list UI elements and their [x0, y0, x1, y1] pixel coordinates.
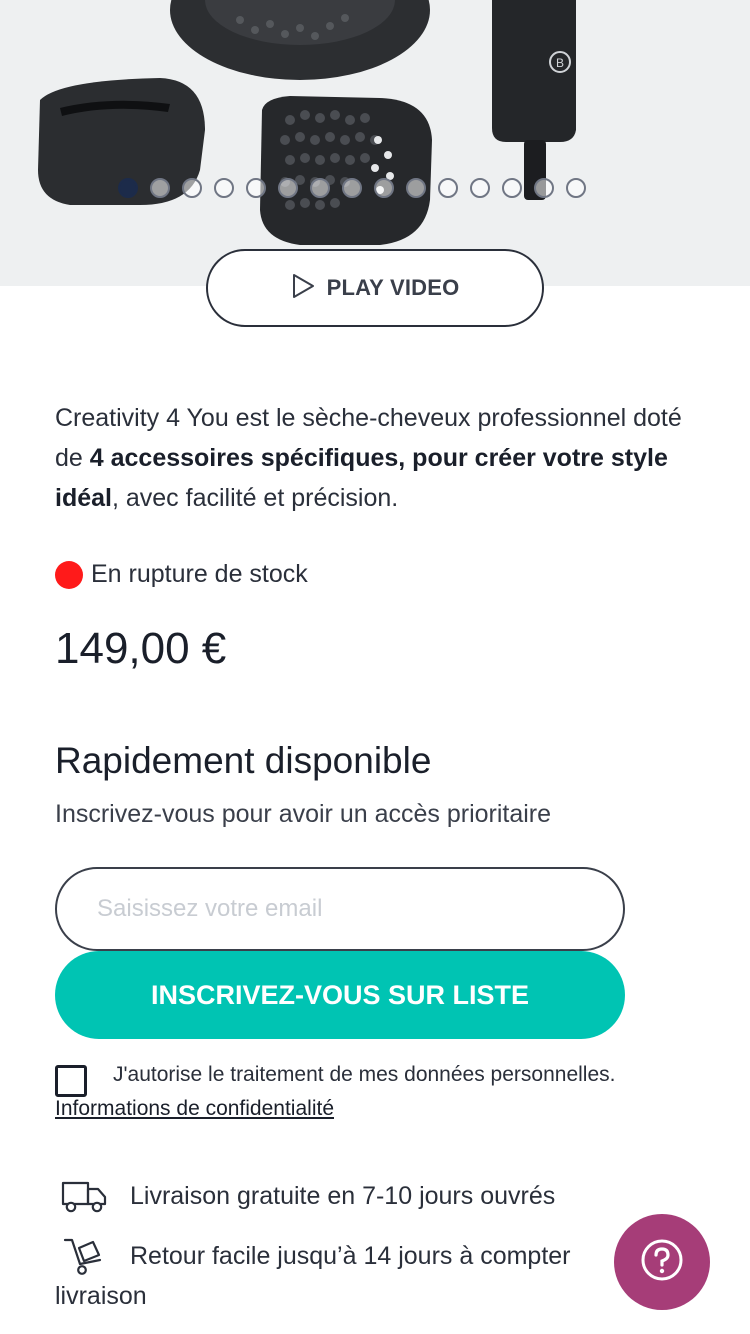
- notify-title: Rapidement disponible: [55, 740, 432, 781]
- feature-delivery: Livraison gratuite en 7-10 jours ouvrés: [130, 1182, 556, 1210]
- carousel-dots: [118, 178, 586, 202]
- product-image-carousel[interactable]: B: [0, 0, 750, 286]
- email-field[interactable]: [55, 867, 625, 951]
- notify-subtitle: Inscrivez-vous pour avoir un accès prior…: [55, 800, 552, 828]
- feature-returns: Retour facile jusqu’à 14 jours à compter: [130, 1242, 571, 1270]
- consent-label: J'autorise le traitement de mes données …: [113, 1063, 616, 1086]
- subscribe-waitlist-button[interactable]: INSCRIVEZ-VOUS SUR LISTE: [55, 951, 625, 1039]
- help-question-icon: [640, 1238, 684, 1287]
- carousel-dot[interactable]: [342, 178, 362, 198]
- carousel-dot[interactable]: [438, 178, 458, 198]
- stock-status-label: En rupture de stock: [91, 560, 308, 588]
- carousel-dot[interactable]: [374, 178, 394, 198]
- play-video-label: PLAY VIDEO: [326, 275, 460, 300]
- carousel-dot[interactable]: [470, 178, 490, 198]
- carousel-dot[interactable]: [150, 178, 170, 198]
- out-of-stock-indicator-icon: [55, 560, 83, 589]
- play-icon: [291, 273, 315, 304]
- description-text-end: , avec facilité et précision.: [111, 484, 399, 512]
- consent-checkbox[interactable]: [55, 1065, 87, 1097]
- help-chat-button[interactable]: [614, 1214, 710, 1310]
- carousel-dot[interactable]: [182, 178, 202, 198]
- delivery-truck-icon: [60, 1177, 108, 1220]
- product-photo: B: [38, 0, 576, 245]
- product-price: 149,00 €: [55, 624, 227, 673]
- return-cart-icon: [62, 1236, 108, 1281]
- product-description: Creativity 4 You est le sèche-cheveux pr…: [55, 398, 705, 518]
- carousel-dot[interactable]: [566, 178, 586, 198]
- carousel-dot[interactable]: [534, 178, 554, 198]
- carousel-dot[interactable]: [278, 178, 298, 198]
- carousel-dot[interactable]: [214, 178, 234, 198]
- play-video-button[interactable]: PLAY VIDEO: [206, 249, 544, 327]
- privacy-info-link[interactable]: Informations de confidentialité: [55, 1097, 334, 1121]
- carousel-dot[interactable]: [118, 178, 138, 198]
- svg-text:B: B: [556, 56, 564, 70]
- feature-returns-continued: livraison: [55, 1282, 147, 1310]
- carousel-dot[interactable]: [310, 178, 330, 198]
- carousel-dot[interactable]: [246, 178, 266, 198]
- carousel-dot[interactable]: [502, 178, 522, 198]
- carousel-dot[interactable]: [406, 178, 426, 198]
- stock-status: En rupture de stock: [55, 560, 308, 589]
